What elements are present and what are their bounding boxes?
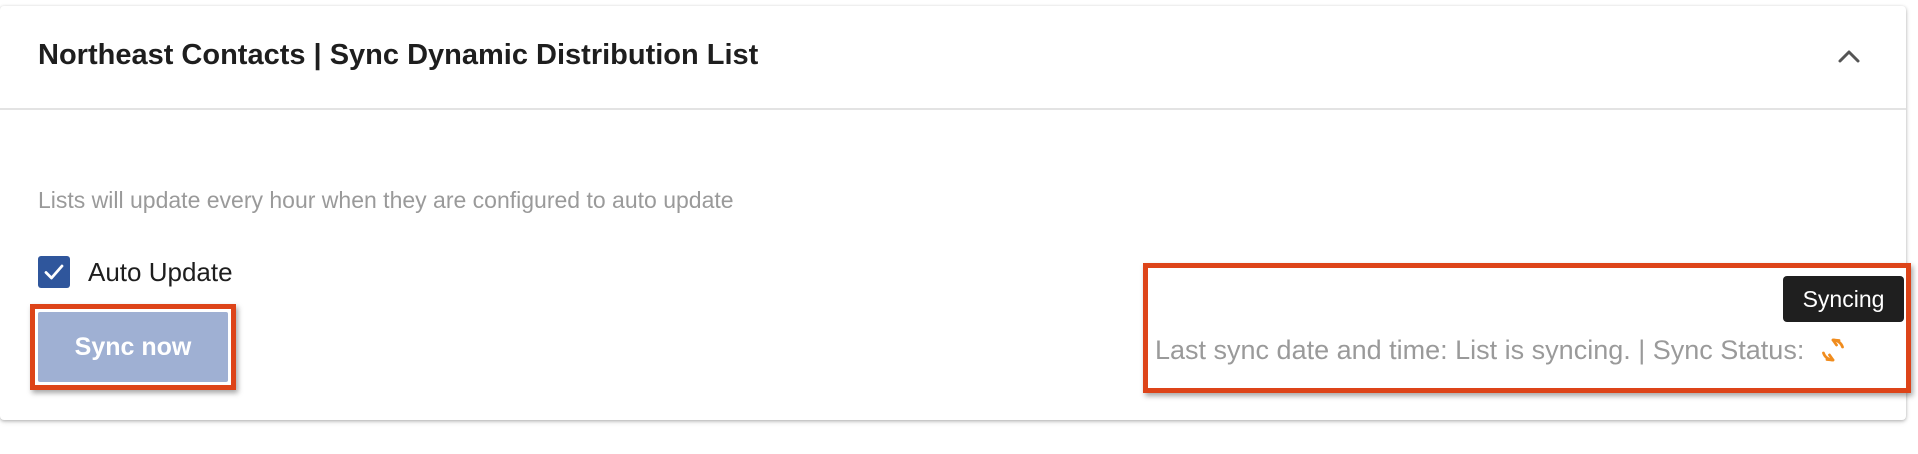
card-title: Northeast Contacts | Sync Dynamic Distri… (38, 39, 759, 71)
sync-status-line: Last sync date and time: List is syncing… (1155, 333, 1848, 367)
auto-update-checkbox-row[interactable]: Auto Update (38, 256, 233, 288)
sync-status-text: Last sync date and time: List is syncing… (1155, 334, 1805, 365)
card-header[interactable]: Northeast Contacts | Sync Dynamic Distri… (0, 6, 1906, 110)
page: Northeast Contacts | Sync Dynamic Distri… (0, 0, 1918, 454)
chevron-up-icon[interactable] (1832, 44, 1866, 68)
syncing-tooltip: Syncing (1783, 276, 1904, 322)
sync-icon[interactable] (1818, 335, 1848, 365)
auto-update-label: Auto Update (88, 256, 233, 287)
checkmark-icon (44, 264, 64, 280)
auto-update-checkbox[interactable] (38, 256, 70, 288)
auto-update-hint: Lists will update every hour when they a… (38, 187, 734, 213)
sync-now-button[interactable]: Sync now (38, 312, 228, 382)
